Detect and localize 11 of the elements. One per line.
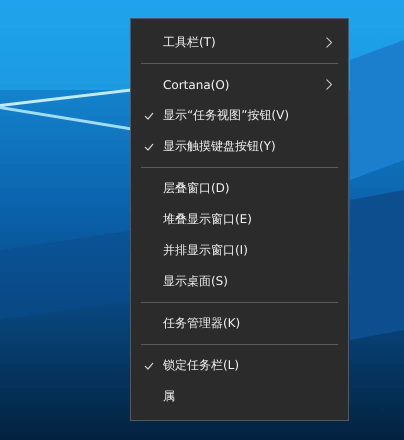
menu-item[interactable]: Cortana(O): [131, 69, 348, 100]
menu-item[interactable]: 工具栏(T): [131, 27, 348, 58]
menu-item[interactable]: 属: [131, 381, 348, 412]
menu-item[interactable]: 任务管理器(K): [131, 308, 348, 339]
menu-item[interactable]: 显示触摸键盘按钮(Y): [131, 131, 348, 162]
menu-item[interactable]: 显示“任务视图”按钮(V): [131, 100, 348, 131]
menu-item[interactable]: 层叠窗口(D): [131, 173, 348, 204]
menu-item[interactable]: 并排显示窗口(I): [131, 235, 348, 266]
menu-item[interactable]: 显示桌面(S): [131, 266, 348, 297]
menu-item[interactable]: 堆叠显示窗口(E): [131, 204, 348, 235]
menu-item[interactable]: 锁定任务栏(L): [131, 350, 348, 381]
